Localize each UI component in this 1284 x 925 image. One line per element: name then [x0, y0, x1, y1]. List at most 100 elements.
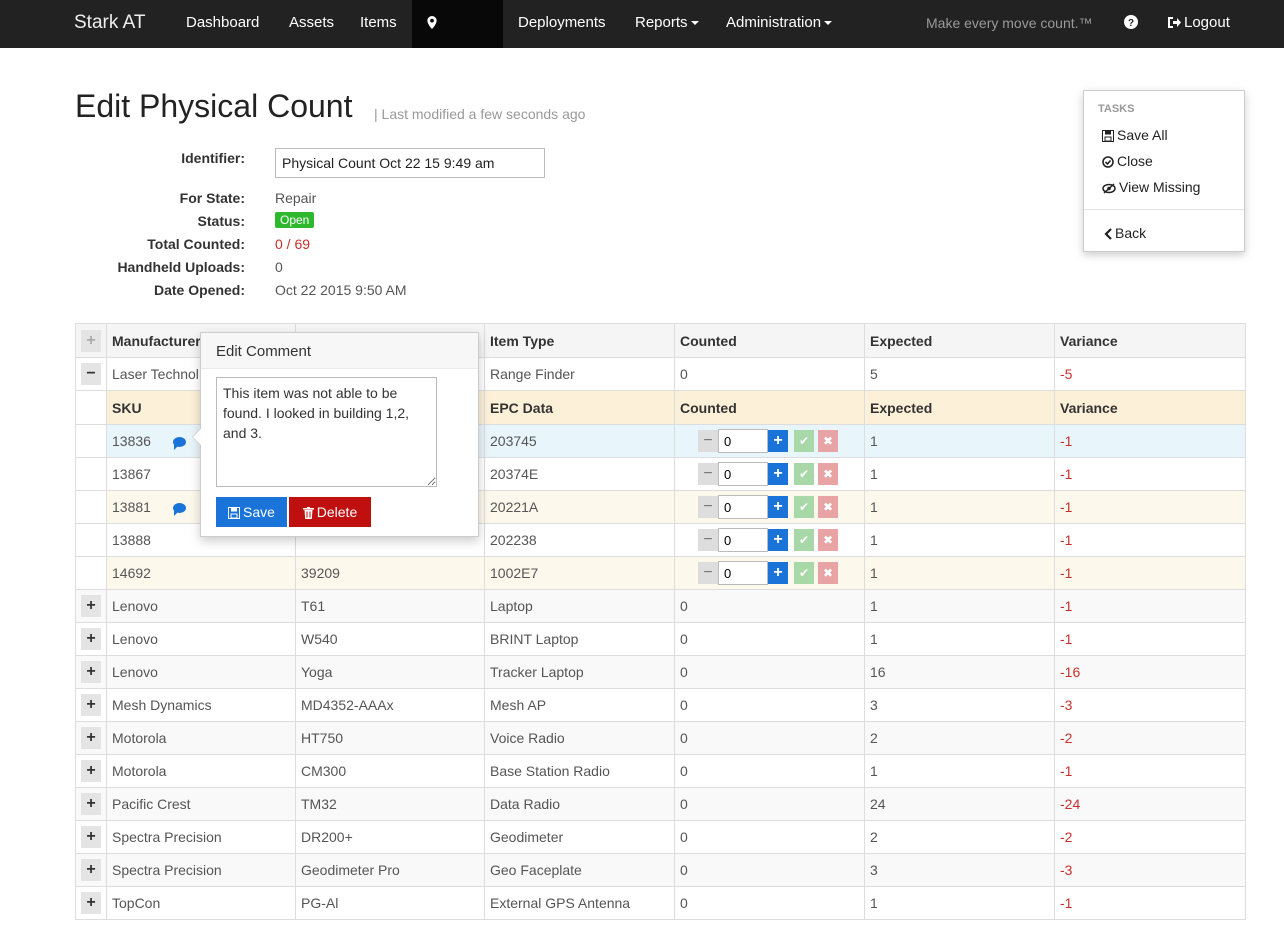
handheld-uploads-label: Handheld Uploads:	[117, 259, 245, 275]
cell-item-type: Base Station Radio	[484, 754, 675, 788]
nav-reports[interactable]: Reports	[620, 0, 714, 48]
count-input[interactable]	[718, 462, 768, 486]
count-input[interactable]	[718, 429, 768, 453]
plus-icon: +	[81, 826, 101, 848]
cell-model: HT750	[295, 721, 485, 755]
confirm-button[interactable]: ✔	[794, 529, 814, 551]
reject-button[interactable]: ✖	[818, 463, 838, 485]
reject-button[interactable]: ✖	[818, 562, 838, 584]
eye-slash-icon	[1102, 183, 1116, 194]
close-button[interactable]: Close	[1102, 153, 1153, 169]
reject-button[interactable]: ✖	[818, 529, 838, 551]
save-comment-button[interactable]: Save	[216, 497, 287, 527]
back-label: Back	[1115, 225, 1147, 241]
count-input[interactable]	[718, 561, 768, 585]
col-expected[interactable]: Expected	[864, 323, 1055, 358]
expand-toggle[interactable]: +	[75, 655, 107, 689]
cell-epc: 20374E	[484, 457, 675, 491]
increment-button[interactable]: +	[768, 529, 788, 551]
increment-button[interactable]: +	[768, 463, 788, 485]
help-button[interactable]: ?	[1124, 0, 1138, 48]
back-button[interactable]: Back	[1104, 225, 1146, 241]
cell-expected: 1	[864, 622, 1055, 656]
expand-toggle[interactable]: +	[75, 754, 107, 788]
expand-toggle[interactable]: +	[75, 886, 107, 920]
cell-model: CM300	[295, 754, 485, 788]
expand-toggle[interactable]: +	[75, 820, 107, 854]
count-input[interactable]	[718, 528, 768, 552]
comment-icon[interactable]	[172, 437, 186, 451]
count-input[interactable]	[718, 495, 768, 519]
col-counted[interactable]: Counted	[674, 323, 865, 358]
cell-variance: -5	[1054, 357, 1246, 391]
col-item-type[interactable]: Item Type	[484, 323, 675, 358]
confirm-button[interactable]: ✔	[794, 430, 814, 452]
expand-toggle[interactable]: +	[75, 688, 107, 722]
view-missing-button[interactable]: View Missing	[1102, 179, 1200, 195]
sub-blank	[75, 490, 107, 524]
increment-button[interactable]: +	[768, 496, 788, 518]
expand-toggle[interactable]: +	[75, 721, 107, 755]
nav-dashboard[interactable]: Dashboard	[171, 0, 274, 48]
decrement-button[interactable]: −	[698, 430, 718, 452]
nav-deployments[interactable]: Deployments	[503, 0, 621, 48]
save-all-button[interactable]: Save All	[1102, 127, 1168, 143]
sub-blank	[75, 424, 107, 458]
comment-textarea[interactable]: This item was not able to be found. I lo…	[216, 377, 437, 487]
question-circle-icon: ?	[1124, 15, 1138, 29]
reject-button[interactable]: ✖	[818, 496, 838, 518]
tasks-divider	[1084, 209, 1244, 210]
cell-manufacturer: Pacific Crest	[106, 787, 296, 821]
cell-variance: -1	[1054, 424, 1246, 458]
increment-button[interactable]: +	[768, 430, 788, 452]
cell-expected: 24	[864, 787, 1055, 821]
expand-toggle[interactable]: +	[75, 589, 107, 623]
brand[interactable]: Stark AT	[74, 0, 145, 48]
cell-expected: 1	[864, 589, 1055, 623]
cell-manufacturer: Spectra Precision	[106, 820, 296, 854]
cell-variance: -1	[1054, 754, 1246, 788]
cell-serial: 39209	[295, 556, 485, 590]
comment-icon[interactable]	[172, 503, 186, 517]
navbar: Stark AT Dashboard Assets Items States D…	[0, 0, 1284, 77]
decrement-button[interactable]: −	[698, 463, 718, 485]
svg-text:?: ?	[1128, 18, 1134, 29]
sub-blank	[75, 556, 107, 590]
tasks-panel: TASKS Save All Close View Missing Back	[1083, 90, 1245, 252]
delete-comment-button[interactable]: Delete	[289, 497, 371, 527]
expand-toggle[interactable]: +	[75, 622, 107, 656]
increment-button[interactable]: +	[768, 562, 788, 584]
nav-states[interactable]: States	[412, 0, 503, 77]
decrement-button[interactable]: −	[698, 529, 718, 551]
confirm-button[interactable]: ✔	[794, 496, 814, 518]
save-all-label: Save All	[1117, 127, 1168, 143]
identifier-input[interactable]	[275, 148, 545, 178]
plus-icon: +	[81, 628, 101, 650]
cell-count-controls: − + ✔✖	[674, 523, 865, 557]
reject-button[interactable]: ✖	[818, 430, 838, 452]
cell-count-controls: − + ✔✖	[674, 490, 865, 524]
table-row: + TopCon PG-Al External GPS Antenna 0 1 …	[75, 886, 1246, 920]
expand-toggle[interactable]: +	[75, 853, 107, 887]
table-row: + Lenovo T61 Laptop 0 1 -1	[75, 589, 1246, 623]
popover-arrow	[192, 428, 201, 446]
collapse-toggle[interactable]: −	[75, 357, 107, 391]
confirm-button[interactable]: ✔	[794, 463, 814, 485]
nav-items[interactable]: Items	[345, 0, 412, 48]
cell-expected: 1	[864, 556, 1055, 590]
plus-icon: +	[81, 329, 101, 352]
col-variance[interactable]: Variance	[1054, 323, 1246, 358]
nav-assets[interactable]: Assets	[274, 0, 349, 48]
save-comment-label: Save	[243, 504, 275, 520]
cell-item-type: Data Radio	[484, 787, 675, 821]
confirm-button[interactable]: ✔	[794, 562, 814, 584]
cell-expected: 1	[864, 490, 1055, 524]
logout-button[interactable]: Logout	[1167, 0, 1230, 48]
nav-administration[interactable]: Administration	[711, 0, 847, 48]
for-state-label: For State:	[179, 190, 245, 206]
expand-all-toggle[interactable]: +	[75, 323, 107, 358]
delete-comment-label: Delete	[316, 504, 358, 520]
decrement-button[interactable]: −	[698, 496, 718, 518]
decrement-button[interactable]: −	[698, 562, 718, 584]
expand-toggle[interactable]: +	[75, 787, 107, 821]
